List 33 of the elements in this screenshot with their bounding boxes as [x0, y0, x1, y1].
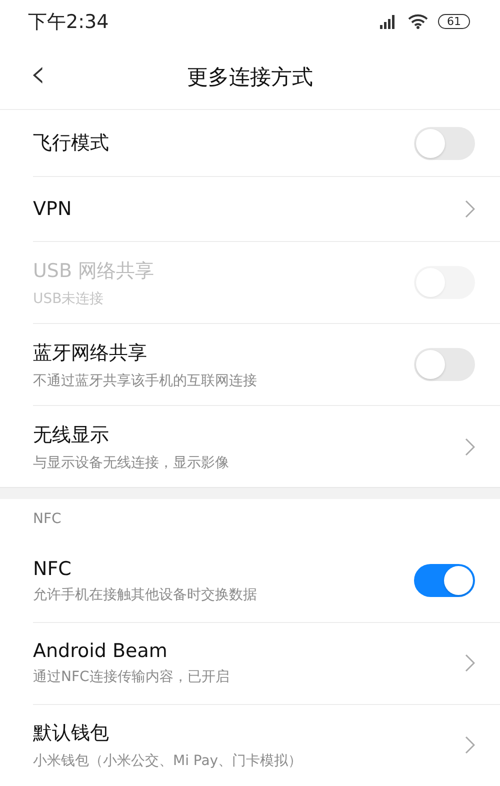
row-title: Android Beam	[33, 640, 168, 662]
row-title: 飞行模式	[33, 131, 110, 156]
toggle-switch[interactable]	[414, 126, 475, 160]
settings-row[interactable]: Android Beam 通过NFC连接传输内容，已开启	[33, 622, 500, 704]
chevron-right-icon	[465, 200, 475, 218]
back-button[interactable]: ‹	[30, 54, 46, 94]
settings-row[interactable]: 蓝牙网络共享 不通过蓝牙共享该手机的互联网连接	[33, 323, 500, 406]
row-title: 无线显示	[33, 422, 110, 448]
page-title: 更多连接方式	[187, 64, 313, 91]
row-subtitle: 通过NFC连接传输内容，已开启	[33, 668, 230, 686]
wifi-icon	[408, 14, 428, 30]
row-subtitle: 与显示设备无线连接，显示影像	[33, 454, 230, 472]
settings-row[interactable]: 默认钱包 小米钱包（小米公交、Mi Pay、门卡模拟）	[33, 704, 500, 786]
row-title: NFC	[33, 558, 72, 580]
section-header: NFC	[32, 510, 62, 530]
settings-row[interactable]: NFC 允许手机在接触其他设备时交换数据	[33, 540, 500, 622]
settings-row[interactable]: VPN	[33, 176, 500, 242]
row-title: VPN	[33, 198, 73, 220]
chevron-right-icon	[465, 654, 475, 672]
chevron-right-icon	[465, 438, 475, 456]
row-subtitle: USB未连接	[33, 290, 105, 308]
toggle-switch[interactable]	[414, 564, 475, 598]
row-subtitle: 允许手机在接触其他设备时交换数据	[33, 586, 258, 604]
chevron-right-icon	[465, 736, 475, 754]
row-title: 蓝牙网络共享	[33, 340, 148, 366]
settings-row[interactable]: 飞行模式	[33, 110, 500, 176]
row-subtitle: 不通过蓝牙共享该手机的互联网连接	[33, 372, 258, 390]
battery-icon: 61	[438, 14, 470, 30]
toggle-switch[interactable]	[414, 348, 475, 382]
row-title: USB 网络共享	[33, 258, 156, 284]
status-time: 下午2:34	[28, 10, 109, 35]
row-title: 默认钱包	[33, 721, 110, 746]
row-subtitle: 小米钱包（小米公交、Mi Pay、门卡模拟）	[33, 752, 304, 770]
